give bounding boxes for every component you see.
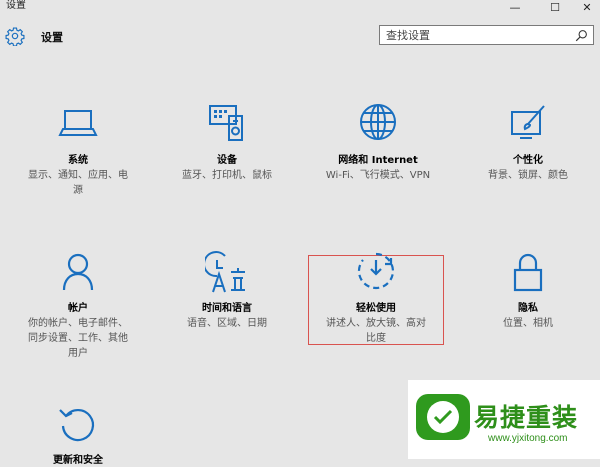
watermark-url: www.yjxitong.com [488,433,568,444]
tile-description: Wi-Fi、飞行模式、VPN [325,170,431,181]
devices-icon [209,105,243,141]
time-language-icon [205,251,245,293]
tile-system[interactable]: 系统 显示、通知、应用、电 源 [8,102,148,198]
tile-ease-of-access[interactable]: 轻松使用 讲述人、放大镜、高对 比度 [306,250,446,346]
tile-accounts[interactable]: 帐户 你的帐户、电子邮件、 同步设置、工作、其他 用户 [8,250,148,361]
watermark-logo: 易捷重装 www.yjxitong.com [408,380,600,459]
tile-description: 显示、通知、应用、电 [28,170,128,181]
tile-label: 个性化 [513,155,543,166]
watermark-title: 易捷重装 [474,403,579,432]
tile-description: 讲述人、放大镜、高对 [326,318,426,329]
tile-label: 更新和安全 [53,455,103,466]
tile-description: 比度 [366,333,386,344]
globe-icon [360,104,396,140]
tile-description: 同步设置、工作、其他 [28,333,128,344]
tile-label: 轻松使用 [356,303,396,314]
search-box[interactable] [379,25,594,45]
tile-description: 位置、相机 [503,318,553,329]
tile-description: 背景、锁屏、颜色 [488,170,568,181]
tile-network[interactable]: 网络和 Internet Wi-Fi、飞行模式、VPN [308,102,448,183]
ease-of-access-icon [357,252,395,290]
title-bar: 设置 — ☐ ✕ [0,0,600,14]
tile-personalization[interactable]: 个性化 背景、锁屏、颜色 [458,102,598,183]
lock-icon [513,253,543,292]
tile-description: 你的帐户、电子邮件、 [28,318,128,329]
tile-label: 帐户 [68,303,88,314]
search-icon[interactable] [575,29,588,42]
tile-description: 蓝牙、打印机、鼠标 [182,170,272,181]
checkmark-icon [433,409,453,425]
window-title: 设置 [6,0,26,11]
search-input[interactable] [386,27,566,43]
person-icon [62,253,94,291]
tile-time-language[interactable]: 时间和语言 语音、区域、日期 [157,250,297,331]
laptop-icon [58,110,98,136]
update-icon [59,408,95,442]
close-button[interactable]: ✕ [570,0,600,14]
tile-devices[interactable]: 设备 蓝牙、打印机、鼠标 [157,102,297,183]
maximize-button[interactable]: ☐ [538,0,572,14]
gear-icon [5,27,25,46]
page-title: 设置 [41,31,63,44]
tile-label: 系统 [68,155,88,166]
watermark-icon [416,394,470,440]
tile-label: 时间和语言 [202,303,252,314]
minimize-button[interactable]: — [498,0,532,14]
tile-description: 源 [73,185,83,196]
tile-description: 用户 [68,348,88,359]
tile-label: 隐私 [518,303,538,314]
tile-privacy[interactable]: 隐私 位置、相机 [458,250,598,331]
tile-label: 设备 [217,155,237,166]
tile-description: 语音、区域、日期 [187,318,267,329]
tile-update-security[interactable]: 更新和安全 [8,402,148,467]
tile-label: 网络和 Internet [338,155,418,166]
personalize-icon [511,105,545,139]
